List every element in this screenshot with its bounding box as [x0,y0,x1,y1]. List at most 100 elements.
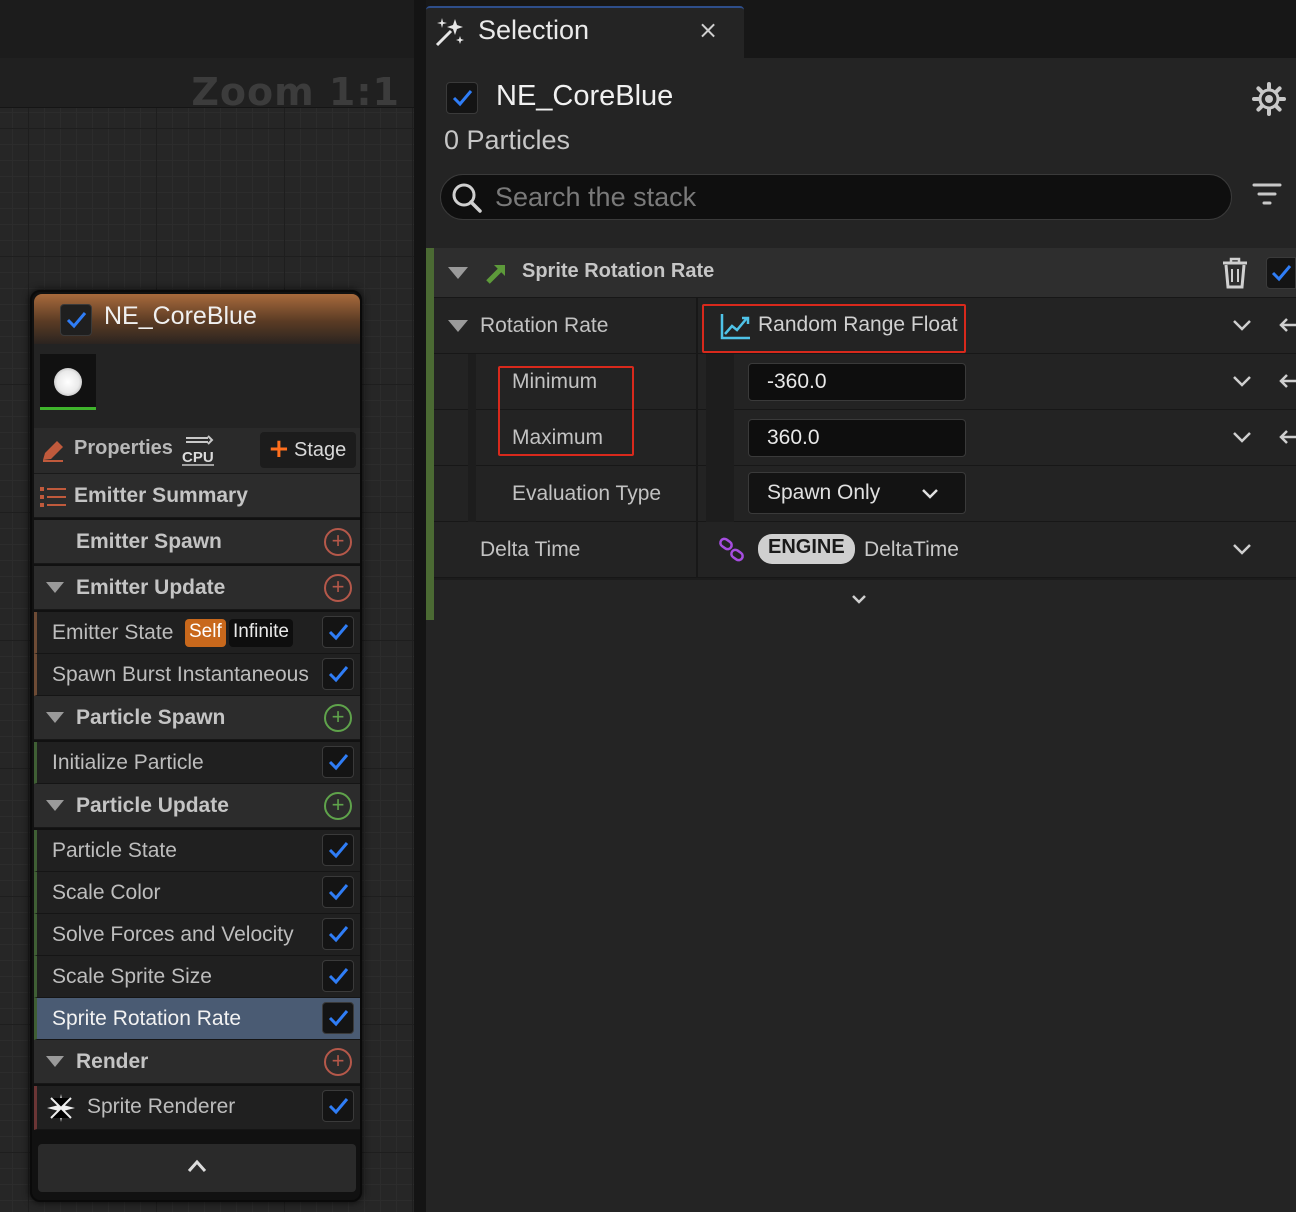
add-module-button[interactable]: + [324,528,352,556]
indent-guide [706,354,734,410]
checkmark-icon [328,754,349,771]
reset-arrow-icon[interactable] [1278,372,1296,390]
module-label: Particle State [52,839,177,862]
search-box[interactable] [440,174,1232,220]
section-particle-update[interactable]: Particle Update + [34,784,360,828]
collapse-triangle-icon[interactable] [46,1056,64,1067]
module-enable-checkbox[interactable] [322,1090,354,1122]
module-enable-checkbox[interactable] [322,918,354,950]
module-particle-state[interactable]: Particle State [34,830,360,872]
emitter-node-header[interactable]: NE_CoreBlue [34,294,360,344]
module-arrow-icon [486,265,505,284]
minimum-number-field[interactable]: -360.0 [748,363,966,401]
reset-arrow-icon[interactable] [1278,428,1296,446]
indent-guide [706,410,734,466]
search-input[interactable] [495,177,1215,217]
module-enable-checkbox[interactable] [322,746,354,778]
scope-tag-self: Self [185,619,226,647]
gear-icon[interactable] [1252,82,1286,116]
module-emitter-state[interactable]: Emitter State Self Infinite [34,612,360,654]
particle-preview-icon [54,368,82,396]
engine-namespace-badge: ENGINE [758,534,855,564]
emitter-summary-label: Emitter Summary [74,484,248,507]
section-label: Render [76,1050,149,1073]
section-render[interactable]: Render + [34,1040,360,1084]
add-module-button[interactable]: + [324,1048,352,1076]
collapse-triangle-icon[interactable] [46,712,64,723]
column-divider[interactable] [696,298,698,354]
add-module-button[interactable]: + [324,792,352,820]
module-enable-checkbox[interactable] [322,876,354,908]
param-row-delta-time[interactable]: Delta Time ENGINE DeltaTime [434,522,1296,578]
section-label: Particle Update [76,794,229,817]
module-solve-forces[interactable]: Solve Forces and Velocity [34,914,360,956]
module-scale-sprite-size[interactable]: Scale Sprite Size [34,956,360,998]
reset-arrow-icon[interactable] [1278,316,1296,334]
chevron-down-icon[interactable] [1232,430,1252,444]
module-sprite-rotation-rate[interactable]: Sprite Rotation Rate [34,998,360,1040]
add-module-button[interactable]: + [324,574,352,602]
linked-parameter-value[interactable]: DeltaTime [864,538,959,562]
show-advanced-row[interactable] [434,580,1296,620]
section-emitter-spawn[interactable]: Emitter Spawn + [34,520,360,564]
collapse-triangle-icon[interactable] [46,582,64,593]
section-label: Emitter Update [76,576,226,599]
add-module-button[interactable]: + [324,704,352,732]
emitter-node[interactable]: NE_CoreBlue Properties CPU + Stage Emitt… [30,290,362,1202]
emitter-thumbnail[interactable] [40,354,96,410]
collapse-node-button[interactable] [38,1144,356,1192]
module-enable-checkbox[interactable] [322,658,354,690]
list-icon [40,487,66,507]
param-label: Evaluation Type [512,482,662,505]
tab-title: Selection [478,15,590,45]
module-label: Solve Forces and Velocity [52,923,294,946]
section-particle-spawn[interactable]: Particle Spawn + [34,696,360,740]
checkmark-icon [328,1010,349,1027]
param-row-evaluation-type[interactable]: Evaluation Type Spawn Only [434,466,1296,522]
module-sprite-renderer[interactable]: Sprite Renderer [34,1086,360,1130]
collapse-triangle-icon[interactable] [46,800,64,811]
module-stack-panel: Sprite Rotation Rate Rotation Rate Rando… [426,248,1296,620]
filter-icon[interactable] [1252,180,1282,210]
section-label: Particle Spawn [76,706,226,729]
add-stage-button[interactable]: + Stage [260,432,356,468]
maximum-number-field[interactable]: 360.0 [748,419,966,457]
checkmark-icon [328,1098,349,1115]
close-icon[interactable]: × [698,16,718,44]
checkmark-icon [328,842,349,859]
module-initialize-particle[interactable]: Initialize Particle [34,742,360,784]
tab-selection[interactable]: Selection × [426,6,744,58]
module-enable-checkbox[interactable] [322,1002,354,1034]
column-divider[interactable] [696,354,698,410]
module-scale-color[interactable]: Scale Color [34,872,360,914]
column-divider[interactable] [696,522,698,578]
section-emitter-update[interactable]: Emitter Update + [34,566,360,610]
chevron-up-icon [187,1159,207,1172]
emitter-enable-checkbox[interactable] [446,82,478,114]
chevron-down-icon[interactable] [1232,374,1252,388]
column-divider[interactable] [696,466,698,522]
panel-splitter[interactable] [414,0,426,1212]
emitter-node-title: NE_CoreBlue [104,302,257,330]
link-icon [719,537,744,562]
collapse-triangle-icon[interactable] [448,320,468,332]
module-label: Initialize Particle [52,751,204,774]
module-enable-checkbox[interactable] [322,960,354,992]
evaluation-type-dropdown[interactable]: Spawn Only [748,472,966,514]
emitter-summary-row[interactable]: Emitter Summary [34,474,360,518]
emitter-enable-checkbox[interactable] [60,304,92,336]
collapse-triangle-icon[interactable] [448,267,468,279]
module-enable-checkbox[interactable] [322,834,354,866]
graph-canvas[interactable]: Zoom 1:1 NE_CoreBlue Properties CPU + St… [0,0,414,1212]
module-enable-checkbox[interactable] [1266,257,1296,289]
chevron-down-icon[interactable] [1232,318,1252,332]
dropdown-value: Spawn Only [767,481,881,504]
module-spawn-burst[interactable]: Spawn Burst Instantaneous [34,654,360,696]
module-header[interactable]: Sprite Rotation Rate [434,248,1296,298]
module-enable-checkbox[interactable] [322,616,354,648]
properties-row[interactable]: Properties CPU + Stage [34,428,360,474]
selection-panel: NE_CoreBlue 0 Particles Sprite Rotation … [426,58,1296,1212]
trash-icon[interactable] [1220,256,1250,290]
chevron-down-icon[interactable] [1232,542,1252,556]
column-divider[interactable] [696,410,698,466]
